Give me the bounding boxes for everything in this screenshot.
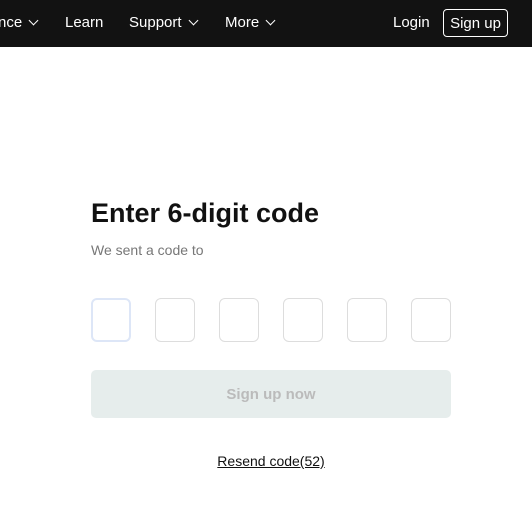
nav-item-learn[interactable]: Learn (65, 14, 103, 31)
nav-item-more[interactable]: More (225, 14, 276, 31)
code-digit-2[interactable] (155, 298, 195, 342)
nav-label: Support (129, 14, 182, 31)
nav-item-support[interactable]: Support (129, 14, 198, 31)
subtitle: We sent a code to (91, 242, 204, 258)
chevron-down-icon (28, 15, 39, 26)
top-nav: nce Learn Support More Login Sign up (0, 0, 532, 47)
code-digit-6[interactable] (411, 298, 451, 342)
code-digit-3[interactable] (219, 298, 259, 342)
resend-code-link[interactable]: Resend code(52) (0, 453, 532, 469)
login-link[interactable]: Login (393, 14, 430, 31)
nav-label: Learn (65, 14, 104, 31)
code-digit-5[interactable] (347, 298, 387, 342)
nav-label: More (225, 14, 260, 31)
code-digit-1[interactable] (91, 298, 131, 342)
page-title: Enter 6-digit code (91, 198, 320, 228)
sign-up-now-button[interactable]: Sign up now (91, 370, 451, 418)
nav-item-finance[interactable]: nce (0, 14, 39, 31)
nav-label: nce (0, 14, 23, 31)
chevron-down-icon (265, 15, 276, 26)
code-digit-4[interactable] (283, 298, 323, 342)
chevron-down-icon (188, 15, 198, 26)
signup-button[interactable]: Sign up (443, 9, 508, 37)
